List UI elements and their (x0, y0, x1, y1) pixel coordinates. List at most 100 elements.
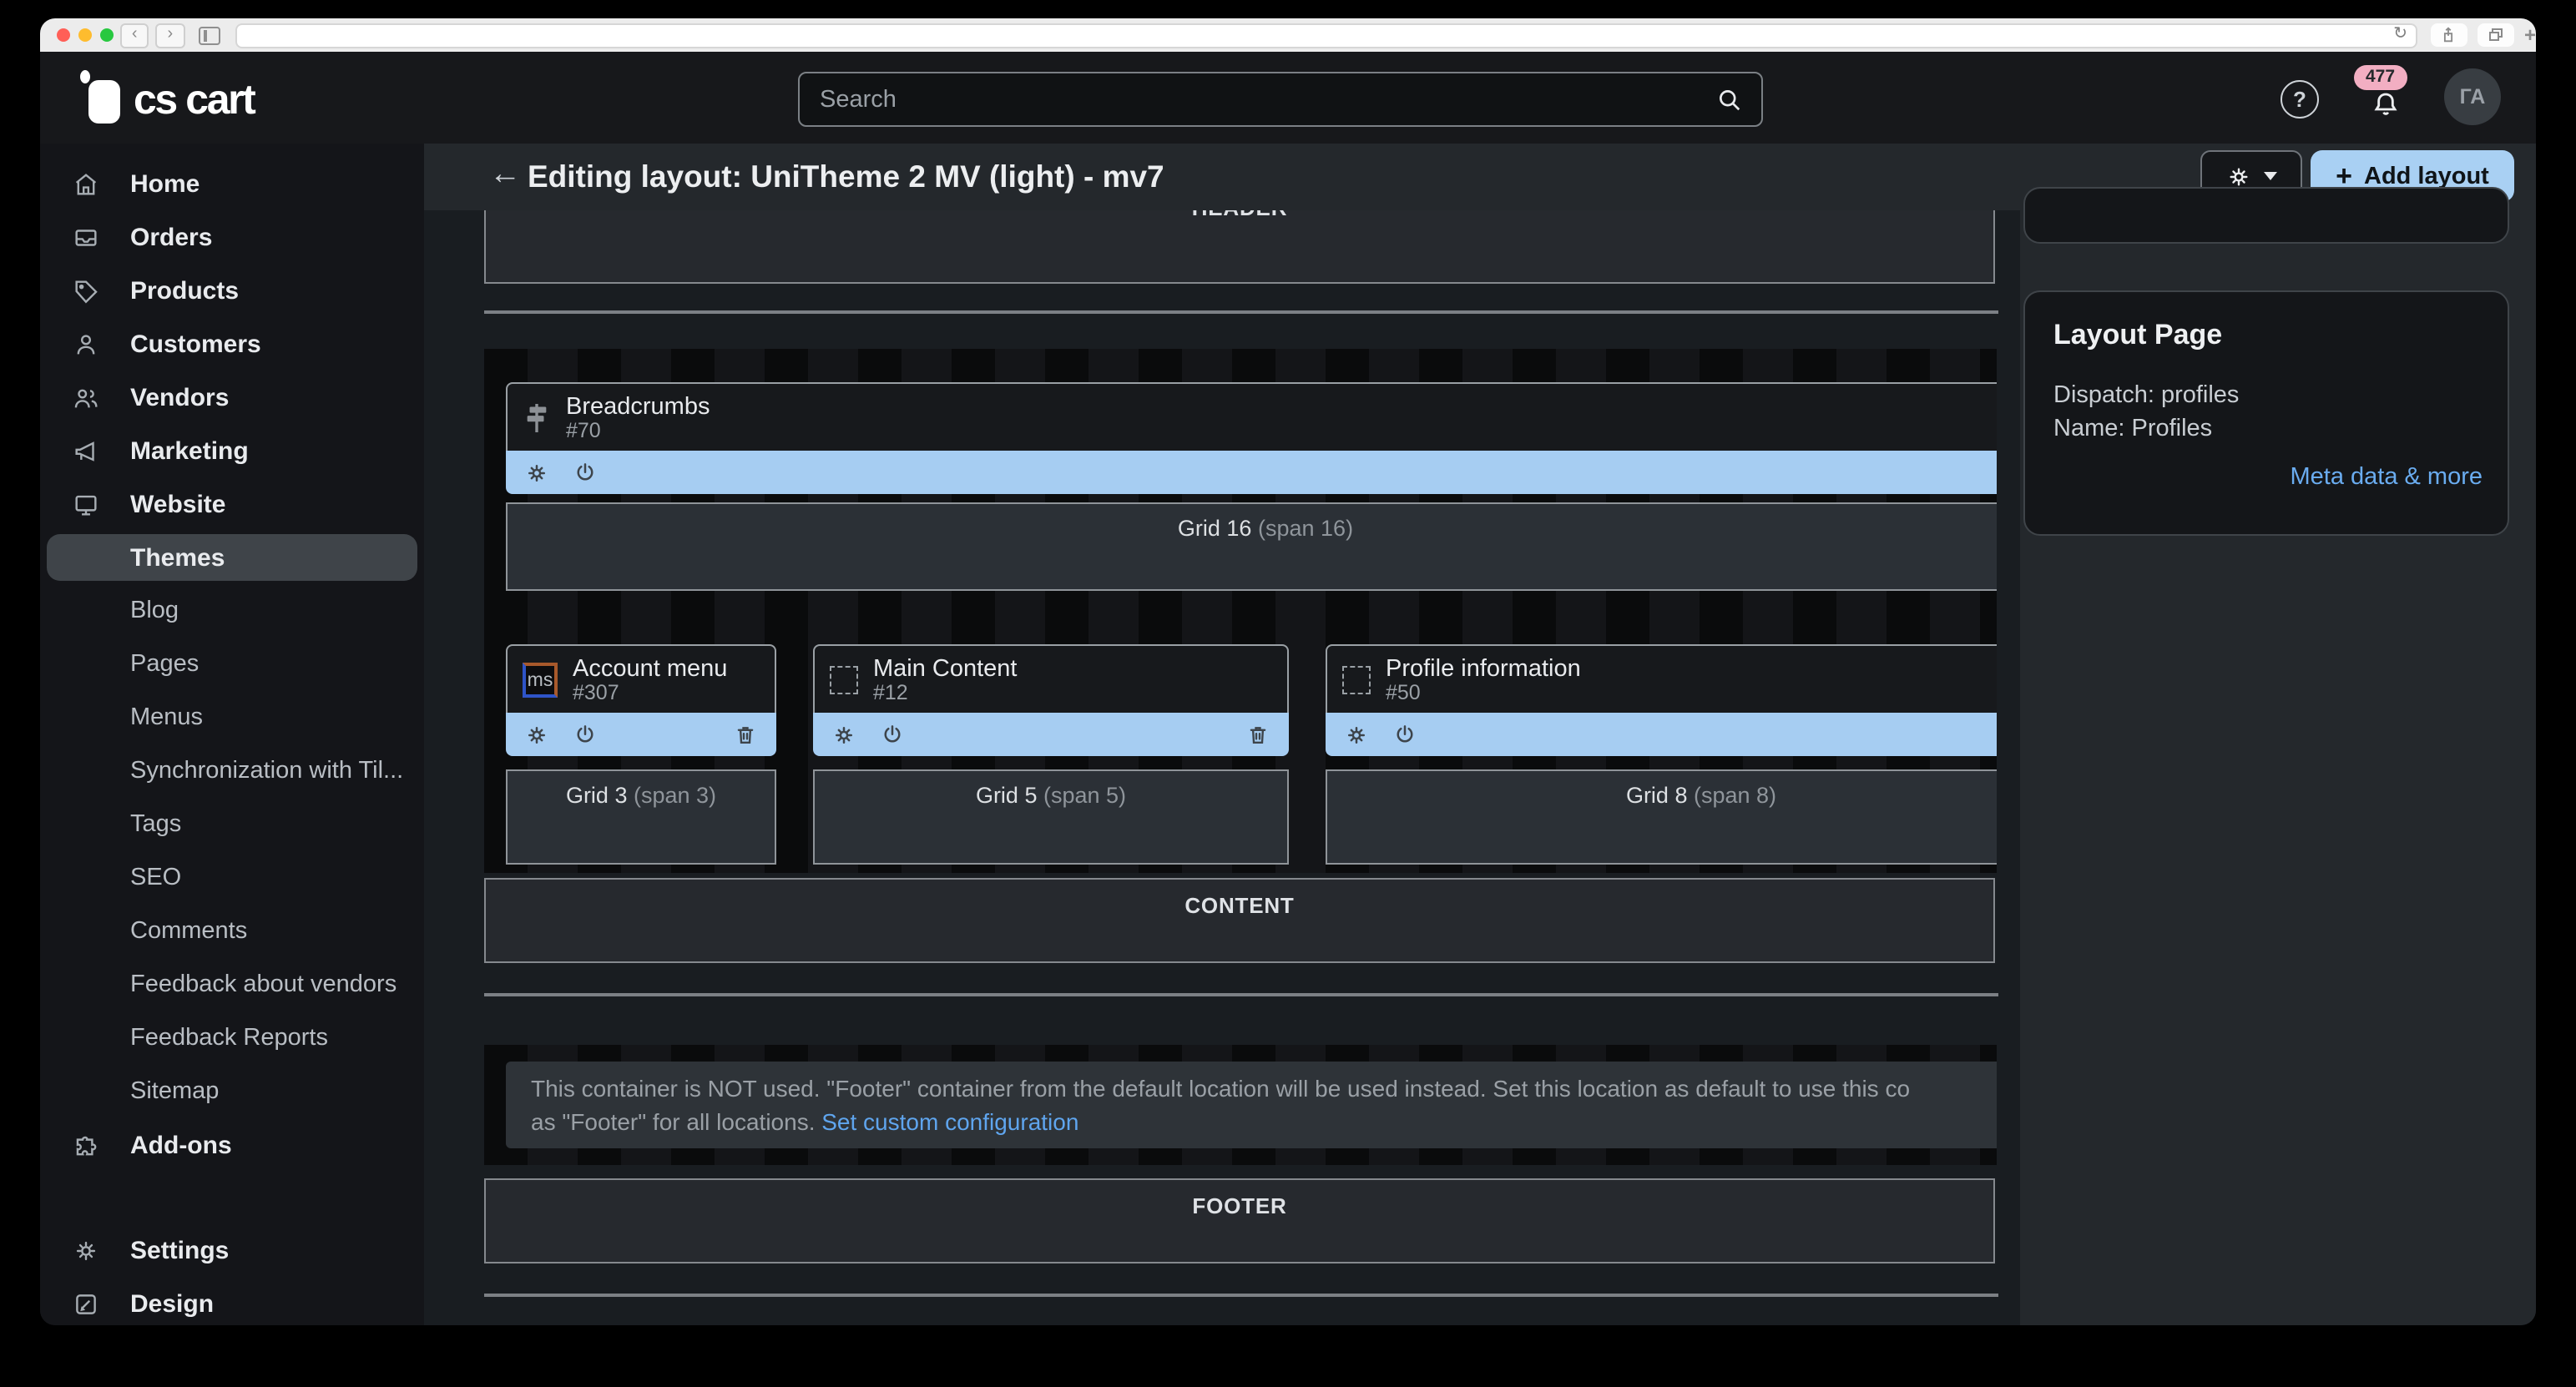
block-disable-icon[interactable] (573, 722, 598, 747)
sidebar-item-vendors[interactable]: Vendors (40, 371, 424, 424)
notifications-button[interactable]: 477 (2351, 65, 2421, 135)
footer-section[interactable]: FOOTER (484, 1178, 1995, 1263)
sidebar-item-synchronization[interactable]: Synchronization with Til... (40, 744, 424, 798)
browser-chrome: ‹ › ↻ + (40, 18, 2536, 53)
chevron-down-icon (2264, 172, 2277, 180)
layout-editor-canvas: HEADER Breadcrumbs #70 (424, 210, 2020, 1325)
right-panel: Layout Page Dispatch: profiles Name: Pro… (2020, 210, 2536, 1325)
section-divider (484, 993, 1998, 996)
search-icon[interactable] (1715, 84, 1745, 114)
sidebar-item-customers[interactable]: Customers (40, 317, 424, 371)
sidebar-item-feedback-about-vendors[interactable]: Feedback about vendors (40, 958, 424, 1011)
block-settings-icon[interactable] (524, 460, 549, 485)
set-custom-configuration-link[interactable]: Set custom configuration (821, 1108, 1078, 1135)
meta-data-link[interactable]: Meta data & more (2053, 464, 2483, 491)
block-delete-icon[interactable] (1245, 722, 1270, 747)
block-settings-icon[interactable] (831, 722, 856, 747)
sidebar-item-products[interactable]: Products (40, 264, 424, 317)
orders-icon (72, 223, 100, 251)
sidebar-item-addons[interactable]: Add-ons (40, 1118, 424, 1172)
cs-cart-logo[interactable]: cs cart (80, 73, 254, 124)
browser-forward-icon[interactable]: › (156, 23, 185, 48)
address-bar[interactable]: ↻ (235, 23, 2417, 48)
sidebar-item-feedback-reports[interactable]: Feedback Reports (40, 1011, 424, 1065)
partial-card (2023, 187, 2509, 244)
block-breadcrumbs[interactable]: Breadcrumbs #70 (506, 382, 1997, 494)
sidebar-item-design[interactable]: Design (40, 1277, 424, 1325)
section-divider (484, 1294, 1998, 1296)
grid-3[interactable]: Grid 3 (span 3) (506, 769, 776, 865)
sidebar-item-seo[interactable]: SEO (40, 851, 424, 905)
sidebar: Home Orders Products Customers Vendors M… (40, 144, 424, 1325)
block-delete-icon[interactable] (733, 722, 758, 747)
block-profile-information[interactable]: Profile information #50 (1326, 644, 1997, 756)
content-section[interactable]: CONTENT (484, 878, 1995, 963)
sidebar-item-tags[interactable]: Tags (40, 798, 424, 851)
grid-16[interactable]: Grid 16 (span 16) (506, 502, 1997, 591)
tab-overview-icon[interactable] (2478, 23, 2514, 47)
block-disable-icon[interactable] (1392, 722, 1417, 747)
bell-icon (2369, 88, 2402, 122)
sidebar-item-menus[interactable]: Menus (40, 691, 424, 744)
sidebar-item-home[interactable]: Home (40, 157, 424, 210)
share-icon[interactable] (2431, 23, 2467, 47)
sidebar-item-marketing[interactable]: Marketing (40, 424, 424, 477)
sidebar-item-website[interactable]: Website (40, 477, 424, 531)
header-section[interactable]: HEADER (484, 210, 1995, 284)
name-value: Name: Profiles (2053, 412, 2483, 446)
products-tag-icon (72, 276, 100, 305)
section-divider (484, 310, 1998, 313)
reload-icon[interactable]: ↻ (2393, 24, 2407, 43)
grid-8[interactable]: Grid 8 (span 8) (1326, 769, 1997, 865)
sidebar-item-orders[interactable]: Orders (40, 210, 424, 264)
block-settings-icon[interactable] (524, 722, 549, 747)
placeholder-block-icon (1342, 665, 1371, 694)
placeholder-block-icon (830, 665, 858, 694)
block-name: Account menu (573, 655, 727, 682)
block-disable-icon[interactable] (880, 722, 905, 747)
block-name: Profile information (1386, 655, 1581, 682)
window-controls[interactable] (57, 28, 114, 42)
page-title: Editing layout: UniTheme 2 MV (light) - … (528, 159, 1164, 195)
block-action-bar (506, 713, 776, 756)
close-window-icon[interactable] (57, 28, 70, 42)
block-name: Breadcrumbs (566, 393, 710, 420)
browser-back-icon[interactable]: ‹ (120, 23, 149, 48)
browser-window: ‹ › ↻ + cs cart (40, 18, 2536, 1325)
block-action-bar (1326, 713, 1997, 756)
block-id: #12 (873, 682, 1018, 704)
avatar[interactable]: ГА (2444, 68, 2501, 125)
block-account-menu[interactable]: ms Account menu #307 (506, 644, 776, 756)
menu-block-icon: ms (523, 662, 558, 697)
block-main-content[interactable]: Main Content #12 (813, 644, 1289, 756)
block-settings-icon[interactable] (1344, 722, 1369, 747)
help-icon[interactable]: ? (2281, 80, 2319, 119)
sidebar-item-pages[interactable]: Pages (40, 638, 424, 691)
grid-container-footer[interactable]: This container is NOT used. "Footer" con… (484, 1045, 1997, 1165)
design-pencil-icon (72, 1289, 100, 1318)
sidebar-item-themes[interactable]: Themes (47, 534, 417, 581)
vendors-icon (72, 383, 100, 411)
sidebar-item-settings[interactable]: Settings (40, 1223, 424, 1277)
search-input[interactable] (800, 86, 1715, 113)
website-monitor-icon (72, 490, 100, 518)
signpost-icon (523, 401, 551, 433)
layout-page-card: Layout Page Dispatch: profiles Name: Pro… (2023, 290, 2509, 536)
plus-icon: + (2336, 162, 2352, 190)
sidebar-item-blog[interactable]: Blog (40, 584, 424, 638)
back-arrow-icon[interactable]: ← (489, 157, 521, 194)
block-id: #307 (573, 682, 727, 704)
global-search[interactable] (798, 72, 1763, 127)
zoom-window-icon[interactable] (100, 28, 114, 42)
gear-icon (2225, 163, 2252, 189)
grid-container-top[interactable]: Breadcrumbs #70 Grid 16 (span 16) ms (484, 349, 1997, 873)
grid-5[interactable]: Grid 5 (span 5) (813, 769, 1289, 865)
browser-sidebar-icon[interactable] (198, 26, 220, 44)
block-disable-icon[interactable] (573, 460, 598, 485)
logo-text: cs cart (134, 77, 254, 124)
sidebar-item-comments[interactable]: Comments (40, 905, 424, 958)
minimize-window-icon[interactable] (78, 28, 92, 42)
sidebar-item-sitemap[interactable]: Sitemap (40, 1065, 424, 1118)
new-tab-icon[interactable]: + (2524, 23, 2536, 47)
app-top-bar: cs cart ? 477 ГА (40, 52, 2536, 144)
